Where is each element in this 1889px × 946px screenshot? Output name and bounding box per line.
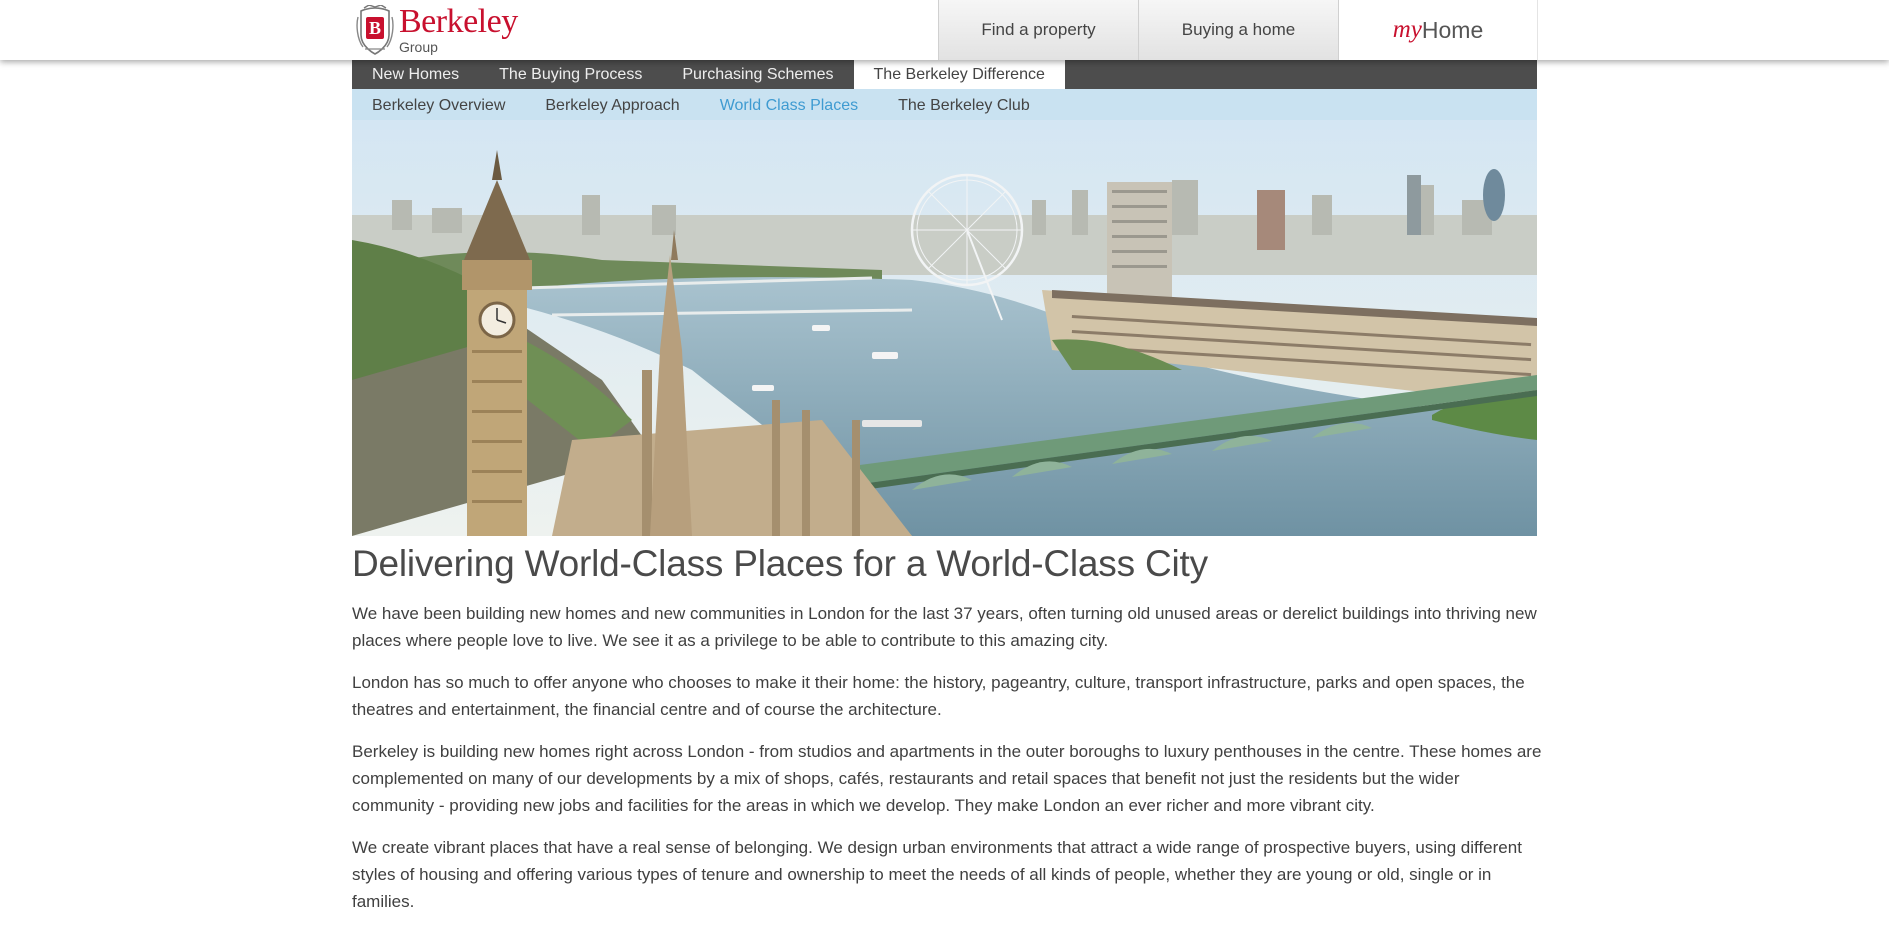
berkeley-crest-icon: B <box>356 5 394 55</box>
nav-berkeley-difference[interactable]: The Berkeley Difference <box>853 60 1065 89</box>
intro-paragraph: We have been building new homes and new … <box>352 604 1537 650</box>
sub-navigation: Berkeley Overview Berkeley Approach Worl… <box>352 89 1537 120</box>
subnav-world-class-places[interactable]: World Class Places <box>700 89 878 120</box>
myhome-my-text: my <box>1392 16 1422 43</box>
site-header: B Berkeley Group Find a property Buying … <box>0 0 1889 60</box>
crest-letter: B <box>369 18 381 38</box>
top-navigation: Find a property Buying a home my Home <box>938 0 1538 60</box>
main-nav-filler <box>1065 60 1537 89</box>
nav-buying-process[interactable]: The Buying Process <box>479 60 662 89</box>
logo-brand-name: Berkeley <box>399 3 518 40</box>
main-navigation: New Homes The Buying Process Purchasing … <box>352 60 1537 89</box>
nav-purchasing-schemes[interactable]: Purchasing Schemes <box>662 60 853 89</box>
myhome-home-text: Home <box>1421 16 1484 43</box>
building-homes-paragraph: Berkeley is building new homes right acr… <box>352 742 1542 815</box>
subnav-berkeley-overview[interactable]: Berkeley Overview <box>352 89 525 120</box>
buying-home-link[interactable]: Buying a home <box>1138 0 1338 60</box>
london-skyline-illustration <box>352 120 1537 536</box>
vibrant-places-paragraph: We create vibrant places that have a rea… <box>352 838 1522 911</box>
london-offer-paragraph: London has so much to offer anyone who c… <box>352 673 1525 719</box>
main-content: Delivering World-Class Places for a Worl… <box>352 542 1542 915</box>
subnav-berkeley-approach[interactable]: Berkeley Approach <box>525 89 699 120</box>
subnav-berkeley-club[interactable]: The Berkeley Club <box>878 89 1050 120</box>
myhome-link[interactable]: my Home <box>1338 0 1538 60</box>
logo-group-label: Group <box>399 39 438 55</box>
berkeley-group-logo[interactable]: B Berkeley Group <box>355 5 518 57</box>
page-title: Delivering World-Class Places for a Worl… <box>352 543 1208 584</box>
hero-image-london <box>352 120 1537 536</box>
nav-new-homes[interactable]: New Homes <box>352 60 479 89</box>
find-property-link[interactable]: Find a property <box>938 0 1138 60</box>
